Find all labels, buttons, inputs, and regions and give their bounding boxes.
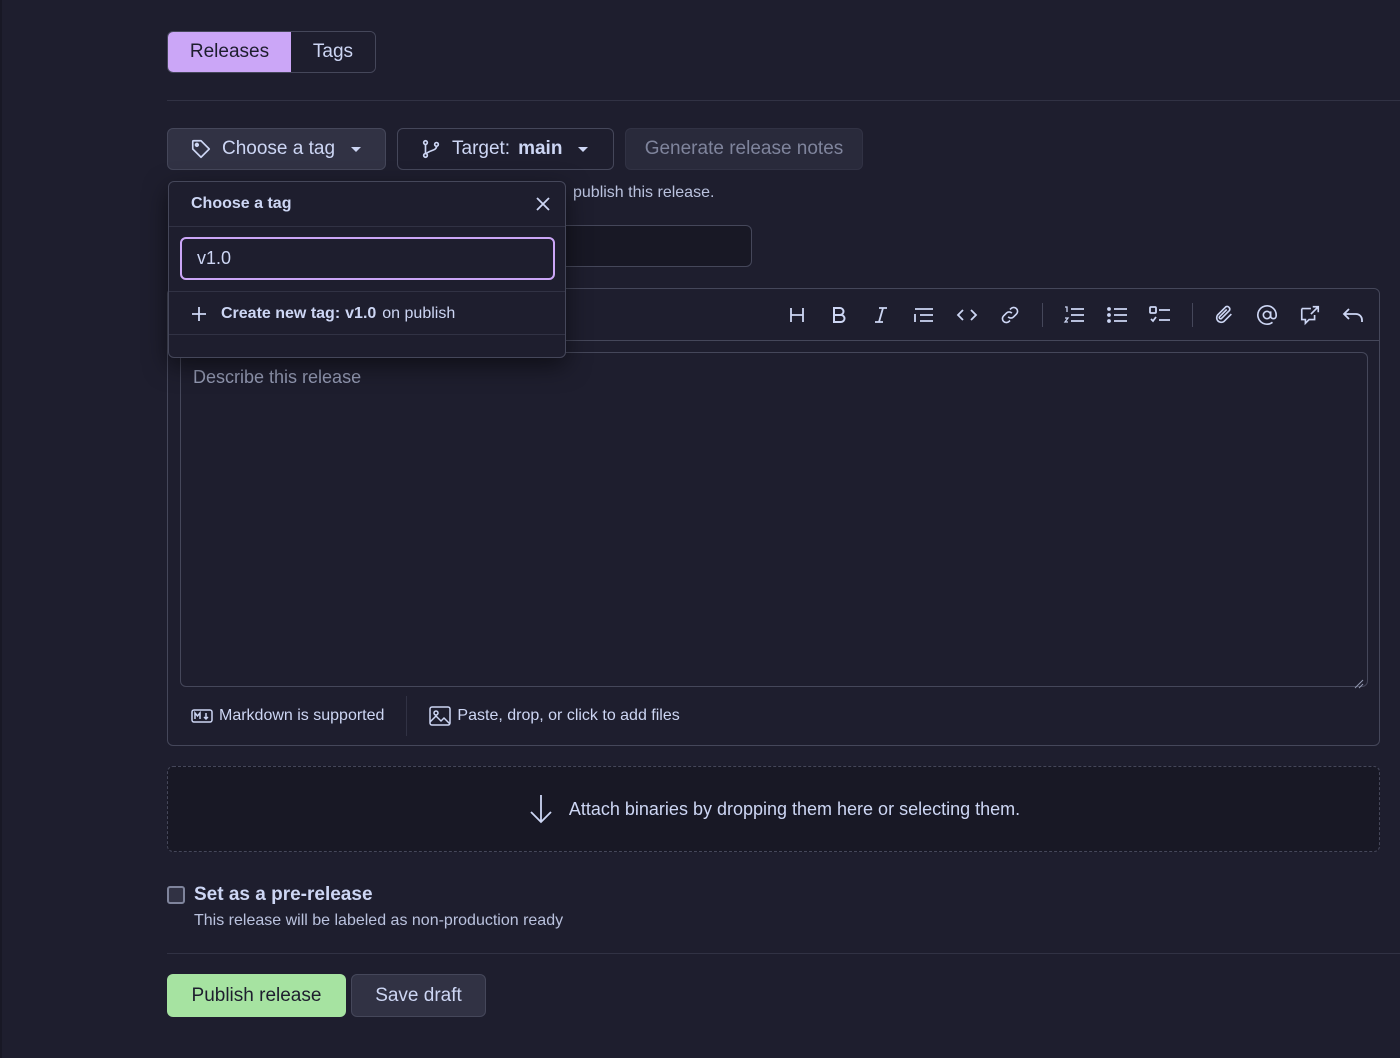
generate-release-notes-button[interactable]: Generate release notes <box>625 128 863 170</box>
dropdown-divider <box>169 334 565 335</box>
divider <box>167 100 1400 101</box>
link-icon[interactable] <box>997 302 1023 328</box>
create-tag-name: v1.0 <box>345 304 377 322</box>
cross-reference-icon[interactable] <box>1297 302 1323 328</box>
dropdown-title: Choose a tag <box>191 195 292 212</box>
attach-file-icon[interactable] <box>1211 302 1237 328</box>
markdown-label: Markdown is supported <box>219 707 385 724</box>
create-tag-suffix: on publish <box>382 304 456 322</box>
markdown-icon <box>191 709 213 723</box>
choose-tag-button[interactable]: Choose a tag <box>167 128 386 170</box>
divider <box>167 953 1400 954</box>
toolbar-divider <box>1042 303 1043 327</box>
add-files-link[interactable]: Paste, drop, or click to add files <box>429 706 680 726</box>
attach-binaries-dropzone[interactable]: Attach binaries by dropping them here or… <box>167 766 1380 852</box>
mention-icon[interactable] <box>1254 302 1280 328</box>
bold-icon[interactable] <box>826 302 852 328</box>
unordered-list-icon[interactable] <box>1104 302 1130 328</box>
heading-icon[interactable] <box>784 302 810 328</box>
add-files-label: Paste, drop, or click to add files <box>457 707 680 724</box>
plus-icon <box>191 306 207 322</box>
textarea-placeholder: Describe this release <box>193 367 362 387</box>
editor-footer: Markdown is supported Paste, drop, or cl… <box>168 687 1379 745</box>
git-branch-icon <box>420 138 442 160</box>
tab-releases[interactable]: Releases <box>168 32 291 72</box>
image-icon <box>429 706 452 726</box>
chevron-down-icon <box>351 146 362 152</box>
tag-hint-text: publish this release. <box>573 184 715 201</box>
target-label: Target: <box>452 138 511 159</box>
save-draft-button[interactable]: Save draft <box>351 974 486 1017</box>
resize-handle-icon[interactable] <box>1354 673 1364 689</box>
release-title-input[interactable] <box>560 225 752 267</box>
create-new-tag-option[interactable]: Create new tag: v1.0 on publish <box>169 292 565 335</box>
target-value: main <box>518 138 563 159</box>
target-branch-button[interactable]: Target: main <box>397 128 614 170</box>
footer-divider <box>406 696 408 736</box>
publish-release-button[interactable]: Publish release <box>167 974 346 1017</box>
tab-tags[interactable]: Tags <box>291 32 375 72</box>
tag-search-input[interactable] <box>180 237 555 280</box>
ordered-list-icon[interactable] <box>1061 302 1087 328</box>
releases-tags-switcher: Releases Tags <box>167 31 376 73</box>
close-icon[interactable] <box>533 194 553 214</box>
chevron-down-icon <box>578 146 589 152</box>
create-tag-prefix: Create new tag: <box>221 304 341 322</box>
arrow-down-icon <box>527 793 555 825</box>
prerelease-description: This release will be labeled as non-prod… <box>194 912 564 929</box>
dropdown-header: Choose a tag <box>169 182 565 227</box>
tag-icon <box>190 138 212 160</box>
undo-icon[interactable] <box>1340 302 1366 328</box>
task-list-icon[interactable] <box>1147 302 1173 328</box>
quote-icon[interactable] <box>911 302 937 328</box>
prerelease-label[interactable]: Set as a pre-release <box>194 884 373 906</box>
release-description-textarea[interactable]: Describe this release <box>180 352 1368 689</box>
dropzone-label: Attach binaries by dropping them here or… <box>568 798 1021 819</box>
code-icon[interactable] <box>954 302 980 328</box>
prerelease-checkbox[interactable] <box>167 886 185 904</box>
toolbar-divider <box>1192 303 1193 327</box>
page-edge <box>0 0 2 1058</box>
choose-tag-label: Choose a tag <box>222 138 336 159</box>
choose-tag-dropdown: Choose a tag Create new tag: v1.0 on pub… <box>168 181 566 358</box>
italic-icon[interactable] <box>868 302 894 328</box>
markdown-supported-link[interactable]: Markdown is supported <box>191 707 384 725</box>
